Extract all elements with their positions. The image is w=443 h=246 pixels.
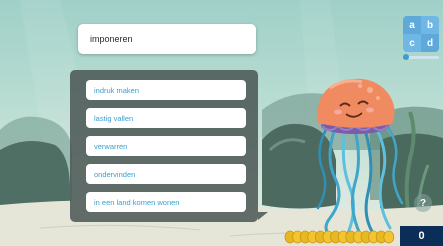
answer-options-panel: indruk maken lastig vallen verwarren ond… bbox=[70, 70, 258, 222]
answer-option[interactable]: in een land komen wonen bbox=[86, 192, 246, 212]
question-word-card: imponeren bbox=[78, 24, 256, 54]
answer-option[interactable]: lastig vallen bbox=[86, 108, 246, 128]
coin-stack bbox=[284, 230, 395, 244]
answer-option-label: in een land komen wonen bbox=[94, 197, 180, 207]
answer-option-label: ondervinden bbox=[94, 169, 136, 179]
coin-icon bbox=[383, 230, 395, 244]
answer-option-label: lastig vallen bbox=[94, 113, 134, 123]
answer-option[interactable]: verwarren bbox=[86, 136, 246, 156]
letter-b: b bbox=[421, 16, 439, 34]
letter-c: c bbox=[403, 34, 421, 52]
jellyfish-character bbox=[316, 78, 404, 238]
letter-d: d bbox=[421, 34, 439, 52]
question-word: imponeren bbox=[90, 34, 133, 44]
game-scene: imponeren indruk maken lastig vallen ver… bbox=[0, 0, 443, 246]
answer-option-label: verwarren bbox=[94, 141, 128, 151]
speech-bubble-tail bbox=[258, 212, 268, 220]
letter-a: a bbox=[403, 16, 421, 34]
help-button[interactable]: ? bbox=[414, 194, 432, 212]
help-icon: ? bbox=[419, 197, 427, 209]
answer-option[interactable]: indruk maken bbox=[86, 80, 246, 100]
score-counter: 0 bbox=[400, 226, 443, 246]
progress-marker bbox=[403, 54, 409, 60]
answer-option[interactable]: ondervinden bbox=[86, 164, 246, 184]
answer-mode-toggle[interactable]: a b c d bbox=[403, 16, 439, 52]
score-value: 0 bbox=[418, 230, 425, 242]
answer-option-label: indruk maken bbox=[94, 85, 140, 95]
